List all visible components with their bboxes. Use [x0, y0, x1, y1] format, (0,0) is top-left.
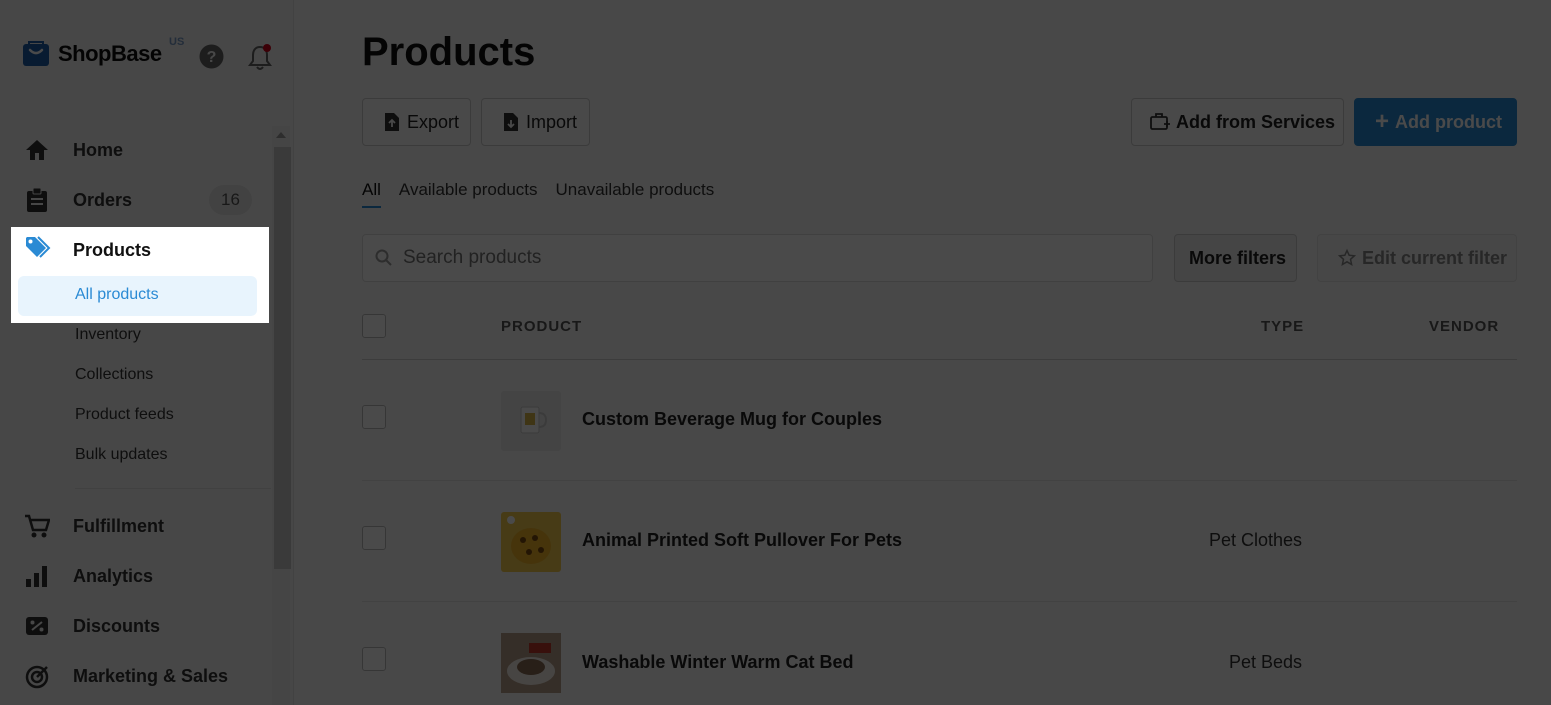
cart-icon [25, 514, 50, 538]
plus-icon: + [1375, 108, 1390, 135]
product-type: Pet Beds [1228, 652, 1302, 672]
table-header-divider [362, 359, 1517, 360]
scroll-up-arrow-icon[interactable] [276, 132, 286, 138]
select-all-checkbox[interactable] [362, 314, 386, 338]
sidebar-item-label: Analytics [73, 565, 154, 586]
sidebar-divider [75, 488, 271, 489]
sidebar-item-label: Fulfillment [73, 515, 164, 536]
edit-current-filter-button[interactable]: Edit current filter [1317, 234, 1517, 282]
cat-bed-image-icon [501, 633, 561, 693]
import-file-icon [504, 113, 518, 131]
tab-available-products[interactable]: Available products [399, 180, 538, 200]
more-filters-button[interactable]: More filters [1174, 234, 1297, 282]
page-title: Products [362, 30, 536, 74]
sidebar-item-discounts[interactable]: Discounts [24, 609, 160, 643]
sidebar-item-marketing[interactable]: Marketing & Sales [24, 659, 228, 693]
pet-pullover-image-icon [507, 516, 551, 564]
target-icon [25, 665, 49, 689]
column-header-vendor[interactable]: VENDOR [1429, 318, 1499, 335]
sidebar-item-label: Marketing & Sales [73, 665, 229, 686]
export-label: Export [407, 111, 460, 132]
product-tabs: All Available products Unavailable produ… [362, 180, 732, 208]
export-file-icon [385, 113, 399, 131]
product-thumbnail[interactable] [501, 512, 561, 572]
sidebar-item-label: Orders [73, 189, 133, 210]
add-product-button[interactable]: + Add product [1354, 98, 1517, 146]
edit-current-filter-label: Edit current filter [1362, 247, 1508, 268]
product-thumbnail[interactable] [501, 633, 561, 693]
sidebar-item-products[interactable]: Products [73, 240, 151, 261]
sidebar-subitem-all-products[interactable]: All products [18, 276, 257, 316]
import-label: Import [526, 111, 578, 132]
star-icon [1338, 248, 1356, 267]
product-name-link[interactable]: Washable Winter Warm Cat Bed [582, 652, 854, 673]
orders-count-badge: 16 [209, 185, 252, 215]
discount-icon [26, 617, 48, 635]
sidebar-item-fulfillment[interactable]: Fulfillment [24, 509, 164, 543]
sidebar-item-orders[interactable]: Orders [24, 183, 132, 217]
sidebar-item-label: Home [73, 139, 124, 160]
sidebar-item-analytics[interactable]: Analytics [24, 559, 153, 593]
notification-bell-icon[interactable] [247, 43, 273, 71]
product-thumbnail[interactable] [501, 391, 561, 451]
shopbase-logo-icon [23, 41, 49, 66]
column-header-product[interactable]: PRODUCT [501, 318, 582, 335]
row-checkbox[interactable] [362, 405, 386, 429]
tab-unavailable-products[interactable]: Unavailable products [556, 180, 715, 200]
sidebar-item-label: Discounts [73, 615, 161, 636]
add-from-services-label: Add from Services [1176, 111, 1336, 132]
search-box[interactable] [362, 234, 1153, 282]
tab-all[interactable]: All [362, 180, 381, 208]
bar-chart-icon [26, 566, 47, 587]
product-name-link[interactable]: Animal Printed Soft Pullover For Pets [582, 530, 902, 551]
sidebar-subitem-bulk-updates[interactable]: Bulk updates [75, 446, 168, 464]
row-divider [362, 480, 1517, 481]
add-product-label: Add product [1395, 111, 1502, 132]
add-from-services-button[interactable]: Add from Services [1131, 98, 1344, 146]
product-type: Pet Clothes [1208, 530, 1302, 550]
product-name-link[interactable]: Custom Beverage Mug for Couples [582, 409, 882, 430]
brand-region: US [169, 36, 185, 48]
clipboard-icon [27, 187, 47, 212]
sidebar-subitem-label: All products [75, 286, 159, 303]
mug-image-icon [520, 406, 548, 434]
help-icon[interactable]: ? [199, 44, 224, 69]
briefcase-plus-icon [1150, 113, 1170, 130]
export-button[interactable]: Export [362, 98, 471, 146]
sidebar-scroll-thumb[interactable] [274, 147, 291, 569]
row-checkbox[interactable] [362, 647, 386, 671]
sidebar-item-home[interactable]: Home [24, 133, 123, 167]
more-filters-label: More filters [1189, 247, 1287, 268]
svg-text:?: ? [207, 49, 217, 66]
row-checkbox[interactable] [362, 526, 386, 550]
main-content: Products Export Import Add from Services… [294, 0, 1551, 705]
home-icon [26, 140, 48, 160]
tag-icon [26, 236, 51, 258]
row-divider [362, 601, 1517, 602]
search-icon [375, 249, 392, 266]
brand[interactable]: ShopBase US [22, 36, 184, 68]
sidebar: ShopBase US ? Home Orders 16 Inventory C… [0, 0, 294, 705]
column-header-type[interactable]: TYPE [1261, 318, 1304, 335]
sidebar-subitem-collections[interactable]: Collections [75, 366, 153, 384]
search-input[interactable] [401, 246, 1105, 270]
brand-name: ShopBase [58, 41, 162, 66]
sidebar-subitem-product-feeds[interactable]: Product feeds [75, 406, 174, 424]
sidebar-subitem-inventory[interactable]: Inventory [75, 326, 141, 344]
import-button[interactable]: Import [481, 98, 590, 146]
